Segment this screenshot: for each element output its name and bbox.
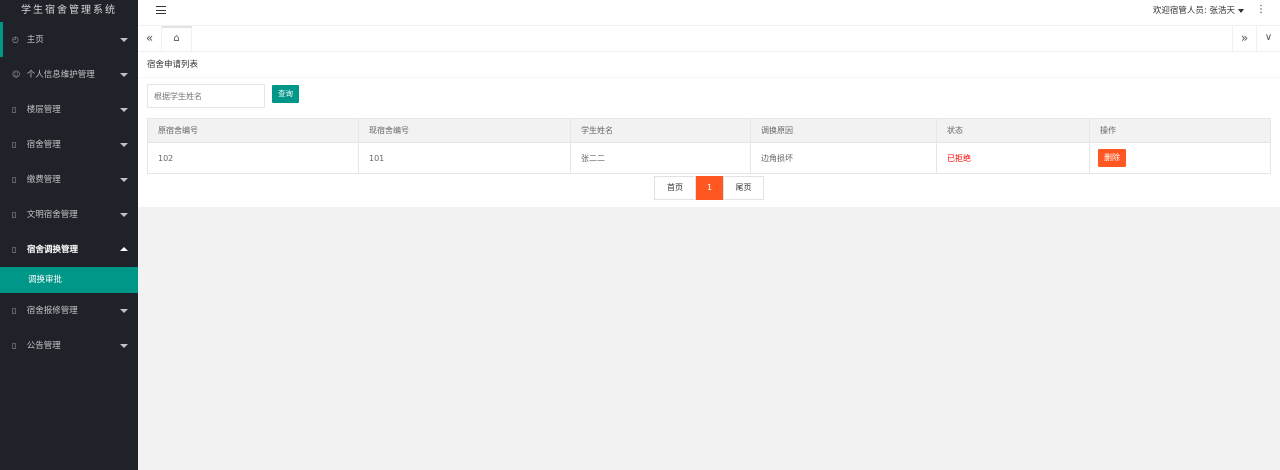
current-page[interactable]: 1 (696, 176, 723, 200)
sidebar-item-label: 楼层管理 (26, 105, 61, 115)
document-icon: ▯ (12, 210, 17, 219)
main-content: 宿舍申请列表 查询 原宿舍编号 现宿舍编号 学生姓名 调换原因 状态 操作 10… (138, 52, 1280, 207)
chevron-down-icon (120, 178, 128, 182)
user-menu[interactable]: 欢迎宿管人员: 张浩天 (1153, 0, 1244, 22)
cell-new-room: 101 (358, 142, 571, 174)
sidebar-item-floor[interactable]: ▯ 楼层管理 (0, 92, 138, 127)
tab-scroll-left-icon[interactable]: « (138, 26, 162, 51)
document-icon: ▯ (12, 245, 17, 254)
column-header: 操作 (1089, 118, 1271, 143)
top-header: 欢迎宿管人员: 张浩天 ⋮ (138, 0, 1280, 26)
chevron-down-icon (120, 143, 128, 147)
column-header: 状态 (936, 118, 1090, 143)
search-input[interactable] (147, 84, 265, 108)
chevron-down-icon (120, 344, 128, 348)
table-header-row: 原宿舍编号 现宿舍编号 学生姓名 调换原因 状态 操作 (147, 118, 1271, 143)
sidebar-item-label: 宿舍管理 (26, 140, 61, 150)
card-title: 宿舍申请列表 (138, 52, 1280, 78)
column-header: 现宿舍编号 (358, 118, 571, 143)
column-header: 学生姓名 (570, 118, 751, 143)
app-title: 学生宿舍管理系统 (0, 0, 138, 22)
sidebar-item-home[interactable]: ◴ 主页 (0, 22, 138, 57)
tab-bar: « ⌂ » ∨ (138, 26, 1280, 52)
pagination: 首页 1 尾页 (654, 176, 764, 200)
delete-button[interactable]: 删除 (1098, 149, 1126, 167)
sidebar-subitem-swap-approval[interactable]: 调换审批 (0, 267, 138, 293)
welcome-text: 欢迎宿管人员: 张浩天 (1152, 6, 1235, 16)
sidebar-item-label: 公告管理 (26, 341, 61, 351)
more-icon[interactable]: ⋮ (1256, 4, 1266, 16)
cell-old-room: 102 (147, 142, 359, 174)
chevron-up-icon (120, 247, 128, 251)
sidebar-item-payment[interactable]: ▯ 缴费管理 (0, 162, 138, 197)
chevron-down-icon (120, 73, 128, 77)
document-icon: ▯ (12, 140, 17, 149)
sidebar-item-label: 主页 (26, 35, 44, 45)
last-page-button[interactable]: 尾页 (723, 176, 764, 200)
column-header: 原宿舍编号 (147, 118, 359, 143)
sidebar-item-label: 宿舍调换管理 (26, 245, 78, 255)
document-icon: ▯ (12, 175, 17, 184)
document-icon: ▯ (12, 105, 17, 114)
sidebar-item-civilized-dorm[interactable]: ▯ 文明宿舍管理 (0, 197, 138, 232)
document-icon: ▯ (12, 306, 17, 315)
table-row: 102 101 张二二 边角损坏 已拒绝 删除 (147, 142, 1271, 174)
document-icon: ▯ (12, 341, 17, 350)
chevron-down-icon (120, 309, 128, 313)
search-button[interactable]: 查询 (272, 85, 299, 103)
tab-options-icon[interactable]: ∨ (1256, 26, 1280, 51)
sidebar-item-label: 文明宿舍管理 (26, 210, 78, 220)
column-header: 调换原因 (750, 118, 937, 143)
menu-shrink-icon[interactable] (156, 6, 166, 16)
sidebar-item-label: 个人信息维护管理 (26, 70, 95, 80)
sidebar-item-label: 缴费管理 (26, 175, 61, 185)
sidebar: 学生宿舍管理系统 ◴ 主页 ☺ 个人信息维护管理 ▯ 楼层管理 ▯ 宿舍管理 ▯… (0, 0, 138, 470)
tab-home[interactable]: ⌂ (162, 26, 192, 51)
cell-student: 张二二 (570, 142, 751, 174)
data-table: 原宿舍编号 现宿舍编号 学生姓名 调换原因 状态 操作 102 101 张二二 … (147, 118, 1271, 174)
sidebar-item-label: 宿舍报修管理 (26, 306, 78, 316)
sidebar-item-profile[interactable]: ☺ 个人信息维护管理 (0, 57, 138, 92)
sidebar-item-dorm[interactable]: ▯ 宿舍管理 (0, 127, 138, 162)
cell-reason: 边角损坏 (750, 142, 937, 174)
first-page-button[interactable]: 首页 (654, 176, 696, 200)
tab-scroll-right-icon[interactable]: » (1232, 26, 1256, 51)
home-icon: ⌂ (173, 33, 180, 44)
sidebar-item-repair[interactable]: ▯ 宿舍报修管理 (0, 293, 138, 328)
dashboard-icon: ◴ (12, 35, 19, 44)
sidebar-item-notice[interactable]: ▯ 公告管理 (0, 328, 138, 363)
chevron-down-icon (1238, 8, 1244, 13)
sidebar-item-dorm-swap[interactable]: ▯ 宿舍调换管理 (0, 232, 138, 267)
chevron-down-icon (120, 108, 128, 112)
cell-action: 删除 (1089, 142, 1271, 174)
chevron-down-icon (120, 213, 128, 217)
chevron-down-icon (120, 38, 128, 42)
user-icon: ☺ (12, 70, 21, 79)
status-badge: 已拒绝 (936, 142, 1090, 174)
